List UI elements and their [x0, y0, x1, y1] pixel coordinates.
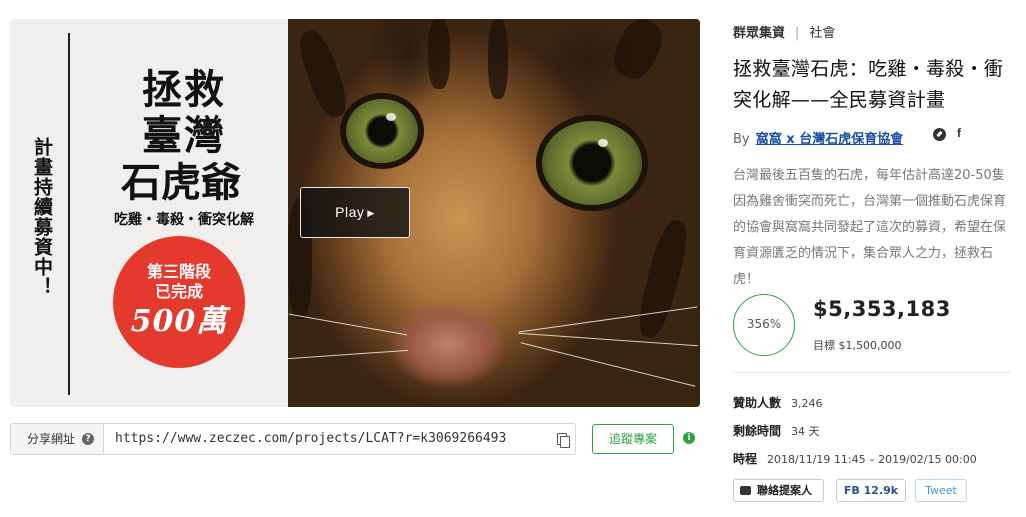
poster-title-line1: 拯救 [142, 66, 226, 113]
whisker [518, 332, 698, 347]
backers-label: 贊助人數 [733, 396, 782, 410]
category-link[interactable]: 社會 [809, 26, 835, 41]
contact-label: 聯絡提案人 [757, 484, 812, 497]
project-title: 拯救臺灣石虎：吃雞・毒殺・衝突化解——全民募資計畫 [733, 58, 1004, 111]
platform-link[interactable]: 群眾集資 [733, 26, 785, 41]
help-icon[interactable]: ? [82, 433, 94, 445]
info-icon[interactable]: i [683, 432, 695, 444]
poster-title-line3: 石虎爺 [121, 159, 241, 206]
fur-stripe [293, 26, 353, 122]
project-meta: 群眾集資 | 社會 [733, 22, 835, 41]
share-label-text: 分享網址 [27, 432, 76, 446]
whisker [288, 313, 408, 336]
campaign-poster: 計畫持續募資中！ 拯救 臺灣 石虎爺 吃雞・毒殺・衝突化解 第三階段 已完成 5… [10, 19, 288, 407]
backers-count: 3,246 [791, 397, 823, 410]
stage-complete-badge: 第三階段 已完成 500萬 [113, 236, 245, 368]
right-eye [542, 121, 642, 205]
play-icon: ▶ [367, 208, 375, 218]
whisker [518, 306, 698, 333]
contact-creator-button[interactable]: 聯絡提案人 [733, 479, 824, 502]
poster-title-line2: 臺灣 [142, 112, 226, 159]
project-cover: 計畫持續募資中！ 拯救 臺灣 石虎爺 吃雞・毒殺・衝突化解 第三階段 已完成 5… [10, 19, 700, 407]
fur-stripe [607, 19, 669, 85]
fur-stripe [632, 217, 694, 341]
creator-link[interactable]: 窩窩 x 台灣石虎保育協會 [756, 132, 903, 147]
poster-divider [68, 33, 70, 395]
follow-project-button[interactable]: 追蹤專案 [592, 424, 674, 454]
whisker [288, 349, 408, 360]
backers-row: 贊助人數 3,246 [733, 394, 823, 411]
website-icon[interactable] [933, 128, 946, 141]
chat-icon [740, 486, 751, 495]
funding-percent-circle: 356% [733, 294, 795, 356]
creator-line: By 窩窩 x 台灣石虎保育協會 [733, 128, 903, 147]
remaining-label: 剩餘時間 [733, 424, 782, 438]
share-url-bar: 分享網址 ? [10, 423, 576, 455]
play-video-button[interactable]: Play ▶ [300, 187, 410, 238]
period-row: 時程 2018/11/19 11:45 – 2019/02/15 00:00 [733, 450, 977, 467]
divider [733, 372, 1010, 373]
funding-goal: 目標 $1,500,000 [813, 339, 902, 352]
remaining-row: 剩餘時間 34 天 [733, 422, 820, 439]
amount-raised: $5,353,183 [813, 297, 951, 321]
left-eye [346, 99, 418, 163]
poster-title: 拯救 臺灣 石虎爺 [84, 67, 284, 207]
facebook-share-button[interactable]: FB 12.9k [836, 479, 906, 502]
eye-glint [386, 113, 396, 121]
facebook-icon[interactable]: f [957, 126, 961, 140]
fur-stripe [488, 19, 508, 99]
eye-glint [598, 139, 608, 147]
fur-stripe [428, 19, 450, 89]
remaining-time: 34 天 [791, 425, 820, 438]
badge-line1: 第三階段 [146, 262, 211, 281]
period-label: 時程 [733, 452, 758, 466]
project-description: 台灣最後五百隻的石虎，每年估計高達20-50隻因為雞舍衝突而死亡，台灣第一個推動… [733, 168, 1007, 287]
period-dates: 2018/11/19 11:45 – 2019/02/15 00:00 [767, 453, 977, 466]
badge-line3: 500萬 [130, 304, 228, 339]
whisker [520, 342, 696, 387]
poster-subtitle: 吃雞・毒殺・衝突化解 [114, 212, 254, 228]
share-url-input[interactable] [115, 424, 545, 454]
copy-icon[interactable] [557, 433, 570, 448]
meta-separator: | [795, 26, 800, 41]
tweet-button[interactable]: Tweet [915, 479, 967, 502]
play-label: Play [335, 204, 365, 220]
badge-line2: 已完成 [154, 282, 203, 301]
poster-side-text: 計畫持續募資中！ [31, 137, 53, 297]
by-label: By [733, 132, 750, 147]
